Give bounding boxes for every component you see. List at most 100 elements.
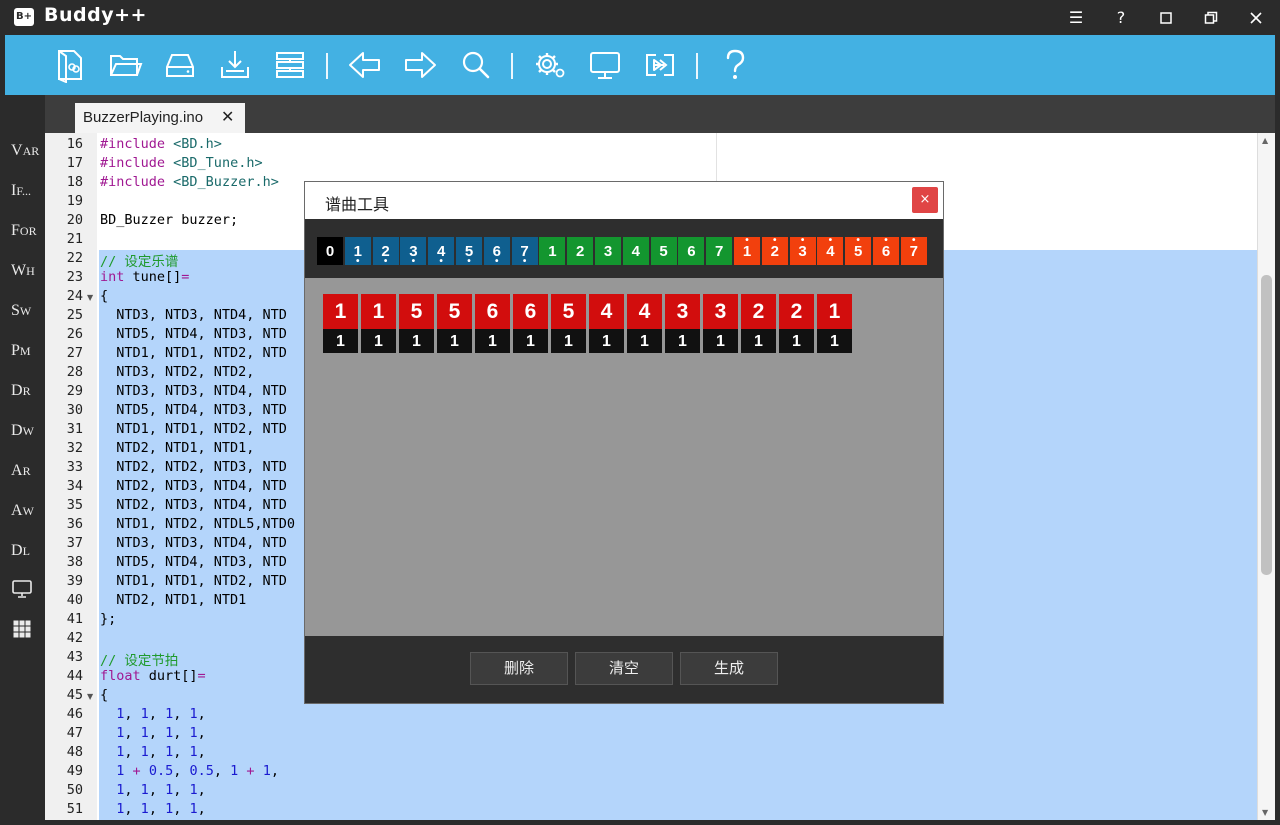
score-note[interactable]: 61 — [513, 294, 548, 353]
score-note[interactable]: 11 — [361, 294, 396, 353]
search-button[interactable] — [457, 47, 493, 83]
delete-button[interactable]: 删除 — [470, 652, 568, 685]
dialog-close-button[interactable]: × — [912, 187, 938, 213]
palette-note-mid-4[interactable]: 4 — [622, 237, 649, 265]
sidebar-item-dw[interactable]: DW — [11, 422, 34, 440]
grid-icon[interactable] — [13, 620, 31, 643]
palette-note-mid-7[interactable]: 7 — [706, 237, 733, 265]
palette-note-high-1[interactable]: 1 • — [734, 236, 760, 265]
score-note[interactable]: 21 — [779, 294, 814, 353]
score-note[interactable]: 21 — [741, 294, 776, 353]
score-note[interactable]: 51 — [399, 294, 434, 353]
scroll-up-icon[interactable]: ▲ — [1262, 136, 1268, 145]
score-note[interactable]: 41 — [627, 294, 662, 353]
upload-button[interactable] — [642, 47, 678, 83]
note-pitch: 2 — [741, 294, 776, 329]
sidebar-item-pm[interactable]: PM — [11, 342, 31, 360]
line-number: 37 — [66, 535, 83, 551]
palette-note-low-3[interactable]: 3 • — [400, 237, 427, 267]
note-beat: 1 — [475, 329, 510, 353]
sidebar-item-wh[interactable]: WH — [11, 262, 35, 280]
line-number: 26 — [66, 326, 83, 342]
palette-note-mid-1[interactable]: 1 — [539, 237, 566, 265]
palette-note-high-5[interactable]: 5 • — [845, 236, 872, 265]
close-tab-icon[interactable]: ✕ — [221, 107, 234, 126]
sidebar-item-dr[interactable]: DR — [11, 382, 31, 400]
fold-toggle-icon[interactable]: ▼ — [87, 293, 93, 302]
palette-note-high-4[interactable]: 4 • — [817, 236, 844, 265]
palette-note-mid-2[interactable]: 2 — [567, 237, 594, 265]
stack-button[interactable] — [272, 47, 308, 83]
sidebar-item-dl[interactable]: DL — [11, 542, 30, 560]
note-beat: 1 — [399, 329, 434, 353]
palette-note-low-2[interactable]: 2 • — [372, 237, 399, 267]
palette-note-low-5[interactable]: 5 • — [456, 237, 482, 267]
palette-note-mid-6[interactable]: 6 — [678, 237, 705, 265]
note-pitch: 4 — [589, 294, 624, 329]
monitor-button[interactable] — [587, 47, 623, 83]
score-note[interactable]: 11 — [323, 294, 358, 353]
forward-button[interactable] — [402, 47, 438, 83]
app-title: Buddy++ — [44, 4, 147, 26]
sidebar-item-ar[interactable]: AR — [11, 462, 31, 480]
palette-note-high-7[interactable]: 7 • — [900, 236, 927, 265]
line-number: 47 — [66, 725, 83, 741]
tab-buzzerplaying[interactable]: BuzzerPlaying.ino ✕ — [75, 103, 245, 133]
help-toolbar-button[interactable] — [717, 47, 753, 83]
score-note[interactable]: 61 — [475, 294, 510, 353]
sidebar-item-initial: F — [11, 222, 20, 239]
note-pitch: 2 — [779, 294, 814, 329]
score-area[interactable]: 1111515161615141413131212111 — [305, 278, 943, 636]
maximize-button[interactable] — [1197, 6, 1225, 30]
code-line: // 设定节拍 — [100, 653, 179, 669]
code-line: NTD2, NTD3, NTD4, NTD — [100, 478, 287, 494]
palette-note-low-4[interactable]: 4 • — [428, 237, 455, 267]
sidebar-item-if[interactable]: IF... — [11, 182, 31, 200]
line-number: 45 — [66, 687, 83, 703]
score-note[interactable]: 11 — [817, 294, 852, 353]
fold-toggle-icon[interactable]: ▼ — [87, 692, 93, 701]
scrollbar-thumb[interactable] — [1261, 275, 1272, 575]
score-note[interactable]: 41 — [589, 294, 624, 353]
line-number: 31 — [66, 421, 83, 437]
palette-note-low-7[interactable]: 7 • — [511, 237, 538, 267]
code-line: NTD3, NTD2, NTD2, — [100, 364, 255, 380]
search-icon — [462, 51, 490, 79]
palette-note-rest-0[interactable]: 0 — [317, 237, 343, 265]
palette-note-low-6[interactable]: 6 • — [483, 237, 510, 267]
minimize-button[interactable] — [1152, 6, 1180, 30]
line-number: 44 — [66, 668, 83, 684]
score-note[interactable]: 31 — [665, 294, 700, 353]
sidebar-item-for[interactable]: FOR — [11, 222, 37, 240]
sidebar-item-aw[interactable]: AW — [11, 502, 34, 520]
new-file-button[interactable] — [52, 47, 88, 84]
back-arrow-icon — [349, 52, 380, 78]
clear-button[interactable]: 清空 — [575, 652, 673, 685]
note-pitch: 3 — [665, 294, 700, 329]
palette-note-high-2[interactable]: 2 • — [761, 236, 788, 265]
score-note[interactable]: 31 — [703, 294, 738, 353]
note-palette: 0 1 • 2 • 3 • 4 • 5 • 6 • 7 • 1 2 3 4 5 6 7 1 • 2 • 3 • 4 • 5 • 6 • 7 • — [317, 236, 937, 267]
help-button[interactable]: ? — [1107, 6, 1135, 30]
serial-monitor-icon[interactable] — [12, 580, 32, 603]
palette-note-mid-5[interactable]: 5 — [650, 237, 677, 265]
download-button[interactable] — [217, 47, 253, 83]
back-button[interactable] — [347, 47, 383, 83]
menu-button[interactable]: ☰ — [1062, 6, 1090, 30]
sidebar-item-sw[interactable]: SW — [11, 302, 31, 320]
drive-button[interactable] — [162, 47, 198, 83]
palette-note-high-3[interactable]: 3 • — [789, 236, 816, 265]
scroll-down-icon[interactable]: ▼ — [1262, 808, 1268, 817]
palette-note-mid-3[interactable]: 3 — [595, 237, 621, 265]
palette-note-low-1[interactable]: 1 • — [344, 237, 371, 267]
open-folder-button[interactable] — [107, 47, 143, 83]
sidebar-item-rest: H — [26, 264, 35, 278]
vertical-scrollbar[interactable]: ▲ ▼ — [1257, 133, 1275, 820]
score-note[interactable]: 51 — [551, 294, 586, 353]
score-note[interactable]: 51 — [437, 294, 472, 353]
palette-note-high-6[interactable]: 6 • — [873, 236, 899, 265]
sidebar-item-var[interactable]: VAR — [11, 142, 39, 160]
close-window-button[interactable] — [1242, 6, 1270, 30]
settings-button[interactable] — [532, 47, 568, 83]
generate-button[interactable]: 生成 — [680, 652, 778, 685]
